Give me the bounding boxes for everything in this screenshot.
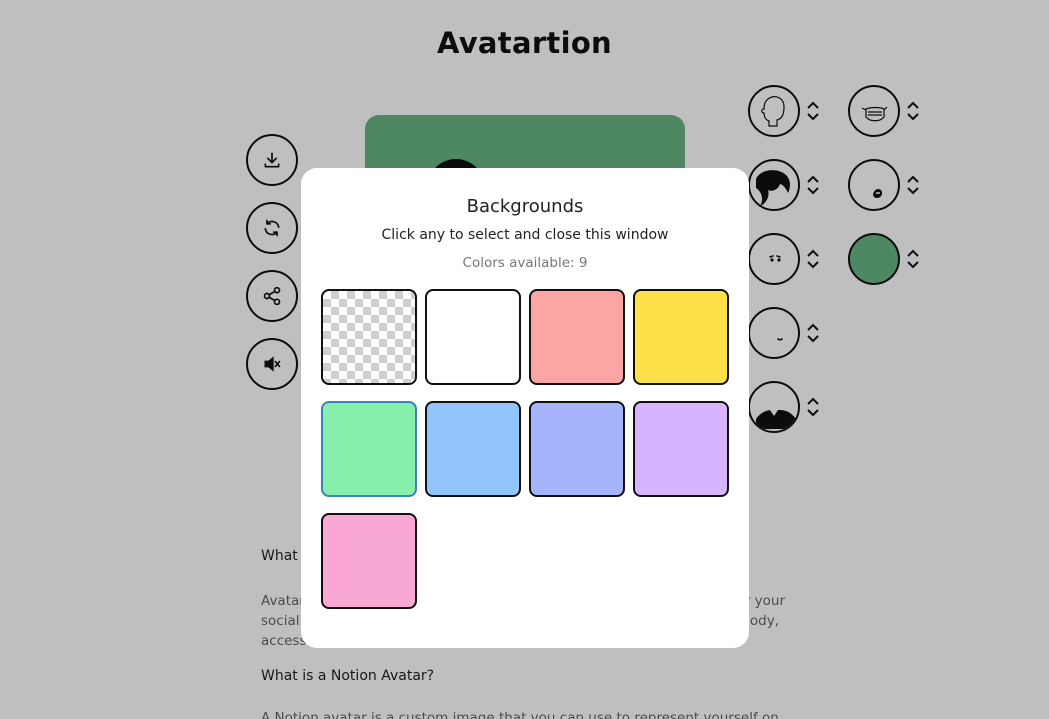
swatch-yellow[interactable] (633, 289, 729, 385)
swatch-green[interactable] (321, 401, 417, 497)
swatch-salmon[interactable] (529, 289, 625, 385)
colors-count: Colors available: 9 (462, 255, 588, 271)
swatch-blue[interactable] (425, 401, 521, 497)
modal-title: Backgrounds (466, 196, 584, 217)
swatch-grid (321, 289, 729, 609)
swatch-white[interactable] (425, 289, 521, 385)
swatch-transparent[interactable] (321, 289, 417, 385)
swatch-purple[interactable] (633, 401, 729, 497)
modal-subtitle: Click any to select and close this windo… (381, 227, 669, 243)
swatch-pink[interactable] (321, 513, 417, 609)
swatch-indigo[interactable] (529, 401, 625, 497)
backgrounds-modal: Backgrounds Click any to select and clos… (301, 168, 749, 648)
page: Avatartion What i Avatar r your social b… (0, 0, 1049, 719)
